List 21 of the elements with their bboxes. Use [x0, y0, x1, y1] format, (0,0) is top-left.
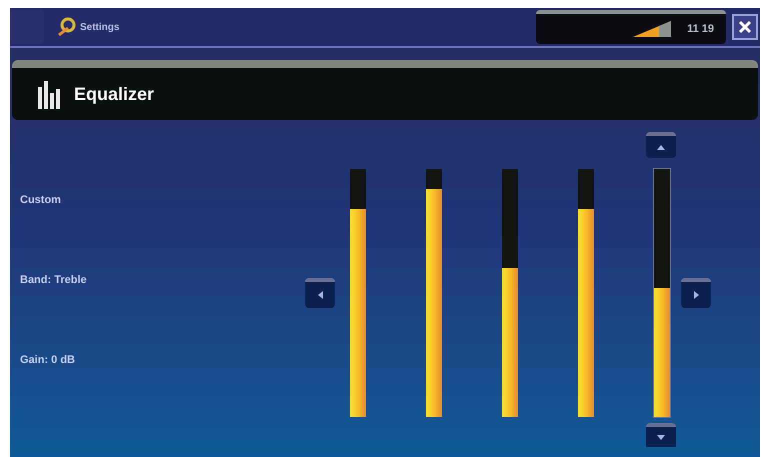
left-arrow-icon [318, 291, 322, 299]
down-button[interactable] [646, 423, 676, 447]
right-arrow-icon [694, 291, 698, 299]
band-slider[interactable] [502, 169, 518, 417]
band-slider[interactable] [654, 169, 670, 417]
close-button[interactable] [732, 14, 758, 40]
down-arrow-icon [657, 434, 665, 440]
header-title: Equalizer [74, 82, 154, 106]
info-label: Custom [20, 193, 62, 207]
close-icon [738, 20, 752, 34]
right-button[interactable] [681, 278, 711, 308]
clock-time: 11 19 [687, 22, 714, 37]
left-button[interactable] [305, 278, 335, 308]
signal-icon [633, 20, 672, 38]
up-button[interactable] [646, 132, 676, 158]
info-label: Gain: 0 dB [20, 353, 76, 367]
band-slider[interactable] [350, 169, 366, 417]
band-slider[interactable] [578, 169, 594, 417]
info-label: Band: Treble [20, 273, 88, 287]
up-arrow-icon [657, 144, 665, 150]
window-title: Settings [80, 20, 120, 34]
